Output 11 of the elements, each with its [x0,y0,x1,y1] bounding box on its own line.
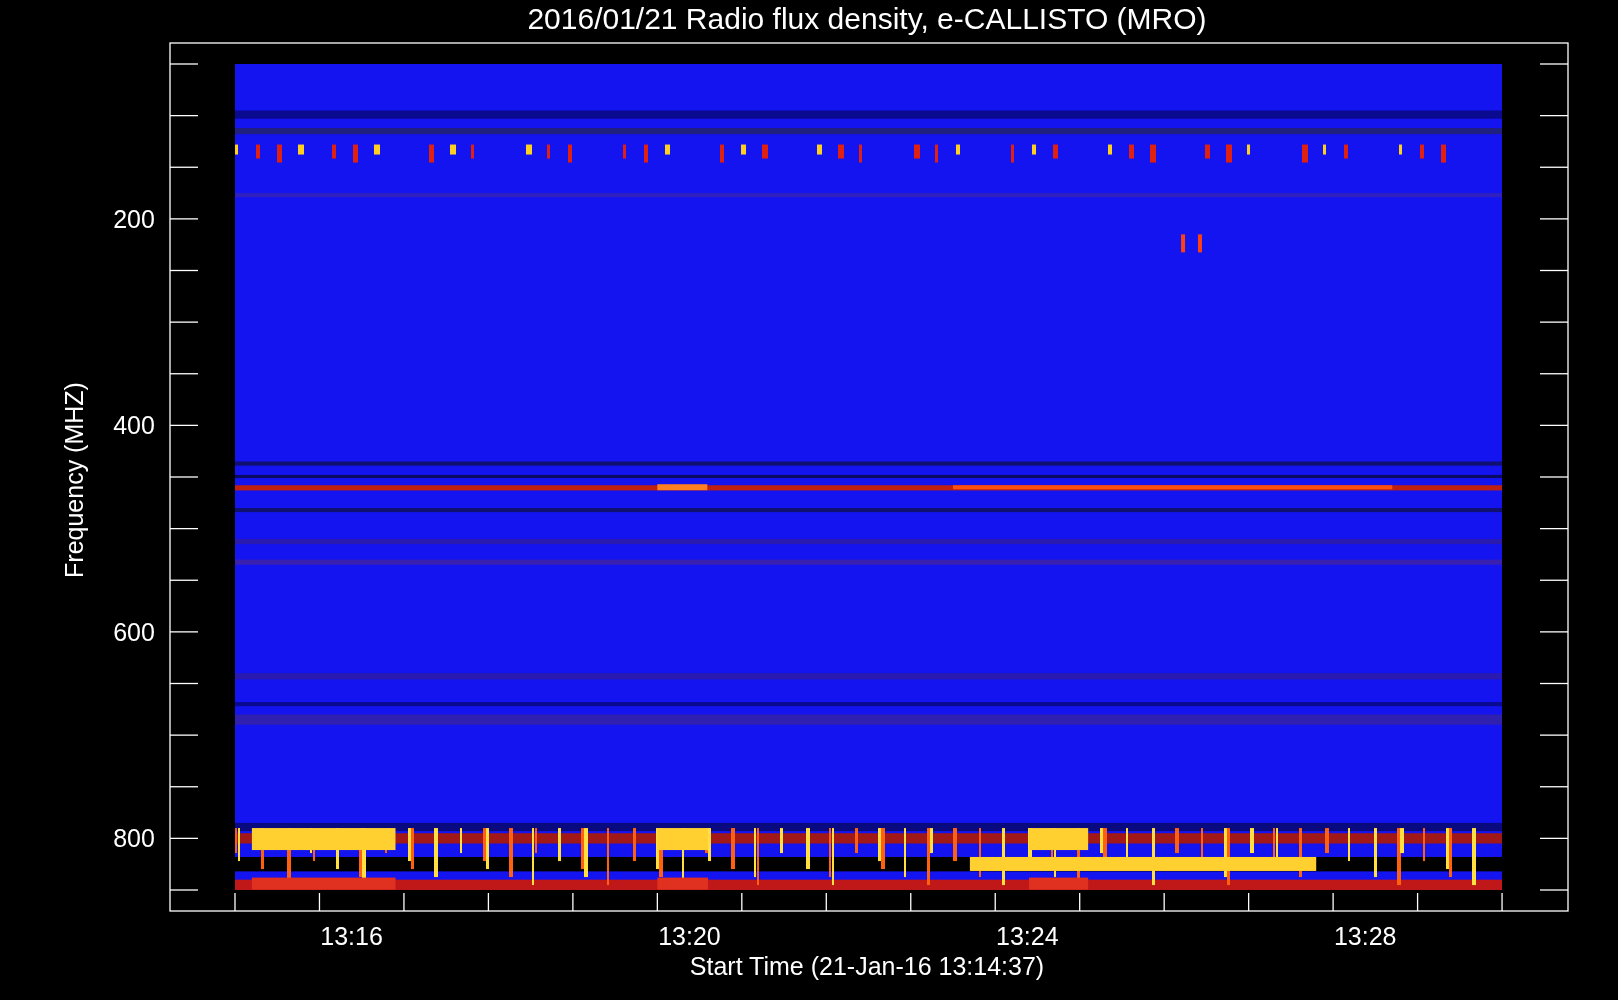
axis-tick-label: 13:24 [996,924,1059,949]
chart-title: 2016/01/21 Radio flux density, e-CALLISTO (MRO) [527,4,1207,34]
axis-title: Start Time (21-Jan-16 13:14:37) [689,954,1045,979]
axis-tick-label: 13:20 [658,924,721,949]
axis-tick-label: 13:16 [320,924,383,949]
axis-title: Frequency (MHZ) [61,382,87,578]
axis-tick-label: 200 [113,206,155,232]
axis-tick-label: 800 [113,826,155,852]
axis-tick-label: 400 [113,413,155,439]
axis-tick-label: 600 [113,619,155,645]
axis-tick-label: 13:28 [1333,924,1397,949]
